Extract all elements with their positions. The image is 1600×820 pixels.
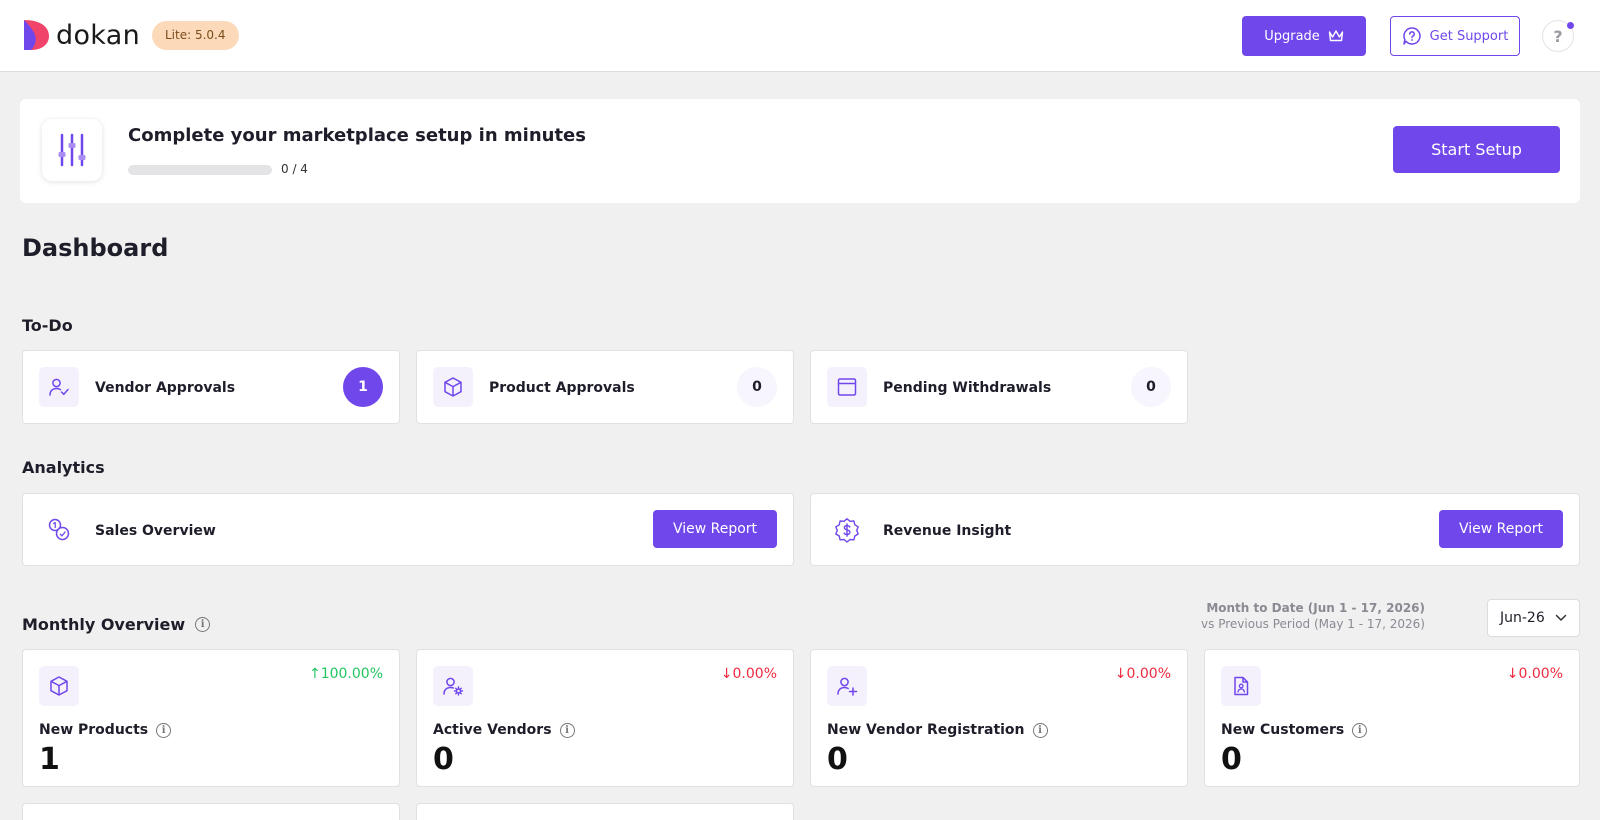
version-badge: Lite: 5.0.4	[152, 21, 239, 50]
month-select[interactable]: Jun-26	[1487, 599, 1580, 637]
stat-label: New Customers i	[1221, 722, 1368, 738]
todo-count-badge: 0	[1131, 367, 1171, 407]
stat-change: ↓0.00%	[720, 666, 777, 682]
view-report-button[interactable]: View Report	[653, 510, 777, 548]
arrow-down-icon: ↓	[1114, 666, 1127, 682]
analytics-card-revenue-insight: Revenue Insight View Report	[810, 493, 1580, 566]
coins-icon	[43, 514, 75, 546]
user-check-icon	[39, 367, 79, 407]
period-current: Month to Date (Jun 1 - 17, 2026)	[1206, 601, 1425, 615]
stat-card-new-customers: ↓0.00% New Customers i 0	[1204, 649, 1580, 787]
top-bar: dokan Lite: 5.0.4 Upgrade Get Support ?	[0, 0, 1600, 72]
arrow-up-icon: ↑	[308, 666, 321, 682]
box-icon	[433, 367, 473, 407]
user-plus-icon	[827, 666, 867, 706]
stat-label: New Vendor Registration i	[827, 722, 1048, 738]
stat-card-new-products: ↑100.00% New Products i 1	[22, 649, 400, 787]
stat-card-partial	[22, 803, 400, 820]
notification-dot	[1567, 22, 1574, 29]
box-icon	[39, 666, 79, 706]
analytics-card-sales-overview: Sales Overview View Report	[22, 493, 794, 566]
stat-card-active-vendors: ↓0.00% Active Vendors i 0	[416, 649, 794, 787]
chat-help-icon	[1402, 27, 1421, 45]
info-icon[interactable]: i	[1352, 722, 1368, 738]
arrow-down-icon: ↓	[720, 666, 733, 682]
view-report-button[interactable]: View Report	[1439, 510, 1563, 548]
month-select-value: Jun-26	[1500, 610, 1545, 626]
analytics-label: Revenue Insight	[883, 523, 1012, 539]
brand-name: dokan	[56, 19, 140, 51]
stat-change: ↓0.00%	[1506, 666, 1563, 682]
info-icon[interactable]: i	[559, 722, 575, 738]
setup-progress-text: 0 / 4	[281, 162, 308, 176]
info-icon[interactable]: i	[1032, 722, 1048, 738]
get-support-button[interactable]: Get Support	[1390, 16, 1520, 56]
setup-title: Complete your marketplace setup in minut…	[128, 125, 586, 146]
setup-banner: Complete your marketplace setup in minut…	[20, 99, 1580, 203]
page-title: Dashboard	[22, 234, 169, 262]
upgrade-button[interactable]: Upgrade	[1242, 16, 1366, 56]
arrow-down-icon: ↓	[1506, 666, 1519, 682]
analytics-section-title: Analytics	[22, 458, 105, 477]
dokan-logo-icon	[24, 20, 49, 50]
todo-card-pending-withdrawals[interactable]: Pending Withdrawals 0	[810, 350, 1188, 424]
dokan-logo[interactable]: dokan	[22, 18, 140, 52]
todo-label: Pending Withdrawals	[883, 380, 1052, 396]
start-setup-button[interactable]: Start Setup	[1393, 126, 1560, 173]
monthly-overview-header: Monthly Overview i	[22, 615, 211, 634]
monthly-overview-title: Monthly Overview	[22, 615, 186, 634]
setup-sliders-icon	[42, 119, 102, 181]
get-support-label: Get Support	[1429, 28, 1509, 44]
stat-value: 0	[1221, 742, 1242, 777]
period-previous: vs Previous Period (May 1 - 17, 2026)	[1201, 617, 1425, 631]
dollar-badge-icon	[831, 514, 863, 546]
chevron-down-icon	[1555, 614, 1566, 621]
stat-change: ↑100.00%	[308, 666, 383, 682]
info-icon[interactable]: i	[156, 722, 172, 738]
todo-label: Vendor Approvals	[95, 380, 236, 396]
stat-card-partial	[416, 803, 794, 820]
todo-label: Product Approvals	[489, 380, 635, 396]
todo-card-vendor-approvals[interactable]: Vendor Approvals 1	[22, 350, 400, 424]
todo-card-product-approvals[interactable]: Product Approvals 0	[416, 350, 794, 424]
analytics-label: Sales Overview	[95, 523, 216, 539]
file-user-icon	[1221, 666, 1261, 706]
user-gear-icon	[433, 666, 473, 706]
stat-label: Active Vendors i	[433, 722, 575, 738]
crown-icon	[1328, 30, 1343, 42]
stat-change: ↓0.00%	[1114, 666, 1171, 682]
stat-value: 0	[433, 742, 454, 777]
upgrade-label: Upgrade	[1264, 28, 1320, 44]
setup-progress-bar	[128, 165, 272, 175]
stat-value: 0	[827, 742, 848, 777]
window-icon	[827, 367, 867, 407]
todo-count-badge: 1	[343, 367, 383, 407]
todo-section-title: To-Do	[22, 316, 73, 335]
stat-label: New Products i	[39, 722, 172, 738]
stat-card-new-vendor-registration: ↓0.00% New Vendor Registration i 0	[810, 649, 1188, 787]
stat-value: 1	[39, 742, 60, 777]
info-icon[interactable]: i	[195, 617, 211, 632]
todo-count-badge: 0	[737, 367, 777, 407]
